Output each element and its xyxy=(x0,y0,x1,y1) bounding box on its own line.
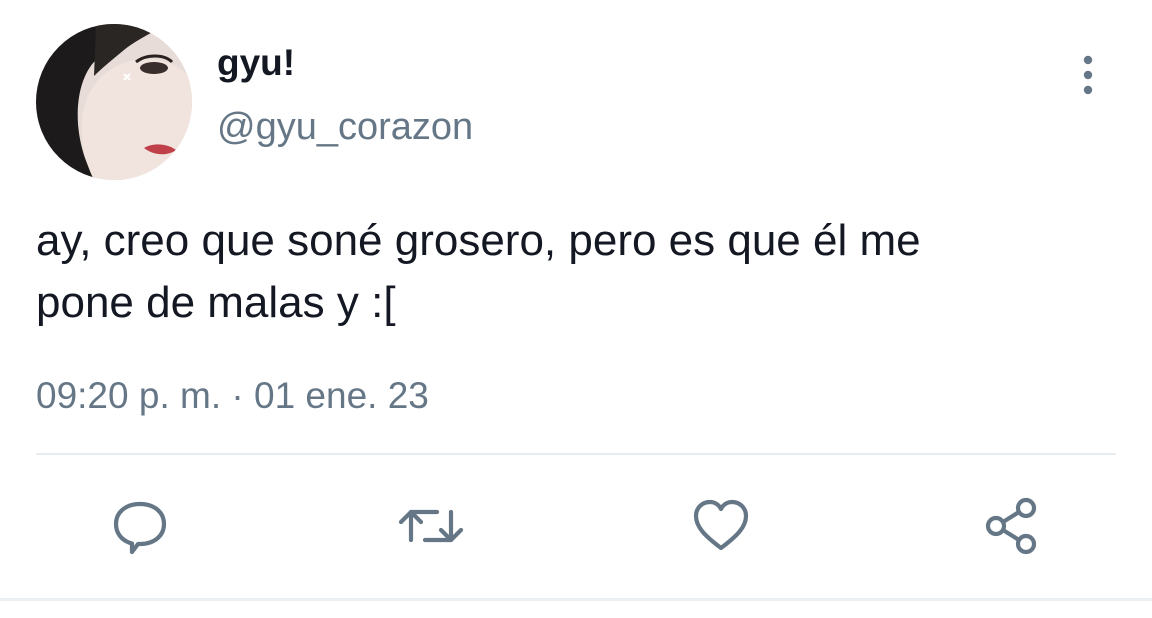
tweet-card: gyu! @gyu_corazon ay, creo que soné gros… xyxy=(0,0,1152,618)
share-button[interactable] xyxy=(975,490,1047,562)
divider xyxy=(36,453,1116,455)
reply-bubble-icon xyxy=(113,501,167,555)
bottom-divider xyxy=(0,598,1152,601)
more-options-button[interactable] xyxy=(1068,52,1108,98)
like-button[interactable] xyxy=(685,490,757,562)
reply-button[interactable] xyxy=(104,490,176,562)
retweet-icon xyxy=(398,509,464,543)
action-bar xyxy=(0,490,1152,562)
display-name[interactable]: gyu! xyxy=(217,40,295,86)
more-vertical-icon xyxy=(1083,55,1093,95)
tweet-text-line: pone de malas y :[ xyxy=(36,278,396,327)
share-icon xyxy=(985,497,1037,555)
heart-icon xyxy=(693,499,749,551)
tweet-text-line: ay, creo que soné grosero, pero es que é… xyxy=(36,216,921,265)
tweet-text: ay, creo que soné grosero, pero es que é… xyxy=(36,210,1116,334)
avatar-photo xyxy=(36,24,192,180)
avatar[interactable] xyxy=(36,24,192,180)
timestamp[interactable]: 09:20 p. m. · 01 ene. 23 xyxy=(36,373,429,419)
retweet-button[interactable] xyxy=(395,490,467,562)
user-handle[interactable]: @gyu_corazon xyxy=(217,104,473,150)
